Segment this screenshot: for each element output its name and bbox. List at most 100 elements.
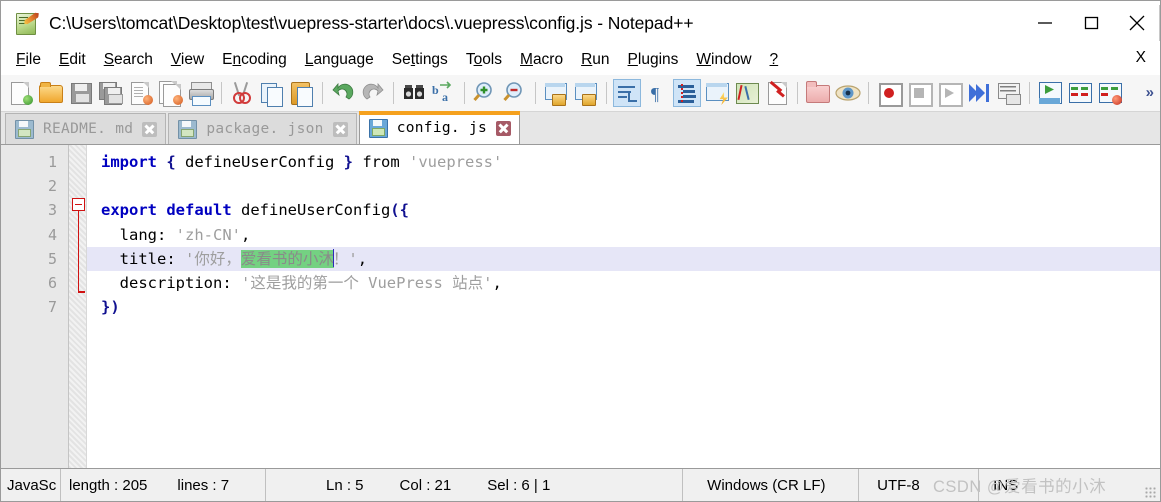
code-token: description:: [101, 273, 241, 292]
save-macro-icon[interactable]: [995, 79, 1023, 107]
code-token: import: [101, 153, 157, 171]
menu-item-run[interactable]: Run: [572, 48, 618, 72]
find-icon[interactable]: [400, 79, 428, 107]
status-eol[interactable]: Windows (CR LF): [683, 469, 860, 501]
menu-item-window[interactable]: Window: [687, 48, 760, 72]
code-line[interactable]: description: '这是我的第一个 VuePress 站点',: [87, 271, 1160, 295]
code-line[interactable]: }): [87, 295, 1160, 319]
code-line[interactable]: export default defineUserConfig({: [87, 198, 1160, 222]
code-token: ,: [357, 249, 368, 268]
menu-item-tools[interactable]: Tools: [457, 48, 511, 72]
new-file-icon[interactable]: [7, 79, 35, 107]
editor-area[interactable]: 1 2 3 4 5 6 7 import { defineUserConfig } from…: [1, 145, 1160, 469]
run-macro-multiple-icon[interactable]: [965, 79, 993, 107]
status-lines: lines : 7: [177, 476, 230, 494]
tab-config-js[interactable]: config. js: [358, 111, 521, 144]
tab-package-json[interactable]: package. json: [168, 113, 357, 144]
record-macro-icon[interactable]: [875, 79, 903, 107]
zoom-in-icon[interactable]: [471, 79, 499, 107]
undo-icon[interactable]: [329, 79, 357, 107]
menu-item-help[interactable]: ?: [761, 48, 788, 72]
menu-item-file[interactable]: File: [7, 48, 50, 72]
code-token: {: [166, 153, 176, 171]
fold-line-end: [77, 291, 85, 293]
save-icon[interactable]: [67, 79, 95, 107]
monitoring-icon[interactable]: [834, 79, 862, 107]
menu-item-search[interactable]: Search: [95, 48, 162, 72]
close-document-button[interactable]: X: [1136, 49, 1146, 67]
word-wrap-icon[interactable]: [613, 79, 641, 107]
close-icon[interactable]: [1114, 1, 1160, 45]
cut-icon[interactable]: [228, 79, 256, 107]
window-controls: [1022, 1, 1160, 45]
replace-icon[interactable]: b a: [430, 79, 458, 107]
status-insert-mode[interactable]: INS: [979, 469, 1160, 501]
close-tab-icon[interactable]: [142, 121, 158, 137]
tab-label: config. js: [396, 120, 488, 136]
folder-as-workspace-icon[interactable]: [804, 79, 832, 107]
maximize-icon[interactable]: [1068, 1, 1114, 45]
fold-collapse-icon[interactable]: [72, 198, 85, 211]
menu-item-encoding[interactable]: Encoding: [213, 48, 296, 72]
code-line[interactable]: lang: 'zh-CN',: [87, 223, 1160, 247]
status-bar: JavaSc length : 205 lines : 7 Ln : 5 Col…: [1, 469, 1160, 501]
menu-item-view[interactable]: View: [162, 48, 213, 72]
code-line[interactable]: [87, 174, 1160, 198]
menu-item-edit[interactable]: Edit: [50, 48, 95, 72]
menu-item-plugins[interactable]: Plugins: [619, 48, 688, 72]
code-token: 'vuepress': [409, 153, 503, 171]
line-number: 2: [47, 177, 57, 196]
open-file-icon[interactable]: [37, 79, 65, 107]
code-line[interactable]: title: '你好，爱看书的小沐！',: [87, 246, 1160, 271]
code-token: from: [353, 153, 410, 171]
sync-horizontal-scroll-icon[interactable]: [572, 79, 600, 107]
stop-recording-icon[interactable]: [905, 79, 933, 107]
code-token: export default: [101, 201, 232, 220]
code-token: 'zh-CN': [175, 225, 241, 244]
menu-item-settings[interactable]: Settings: [383, 48, 457, 72]
stop-compare-icon[interactable]: [1096, 79, 1124, 107]
resize-grip[interactable]: [1145, 487, 1156, 498]
document-map-icon[interactable]: [733, 79, 761, 107]
zoom-out-icon[interactable]: [501, 79, 529, 107]
status-document-info: length : 205 lines : 7: [61, 469, 266, 501]
redo-icon[interactable]: [359, 79, 387, 107]
paste-icon[interactable]: [288, 79, 316, 107]
status-encoding[interactable]: UTF-8: [859, 469, 980, 501]
status-language[interactable]: JavaSc: [1, 469, 61, 501]
close-tab-icon[interactable]: [332, 121, 348, 137]
svg-text:¶: ¶: [651, 84, 659, 104]
code-content[interactable]: import { defineUserConfig } from 'vuepre…: [87, 145, 1160, 468]
function-list-icon[interactable]: [763, 79, 791, 107]
close-file-icon[interactable]: [127, 79, 155, 107]
tab-readme-md[interactable]: README. md: [5, 113, 167, 144]
close-tab-icon[interactable]: [496, 120, 512, 136]
compare-icon[interactable]: [1066, 79, 1094, 107]
show-all-characters-icon[interactable]: ¶: [643, 79, 671, 107]
tab-label: README. md: [43, 121, 134, 137]
status-caret-info: Ln : 5 Col : 21 Sel : 6 | 1: [266, 469, 684, 501]
code-token: title:: [101, 249, 185, 268]
toolbar-overflow-icon[interactable]: »: [1146, 84, 1154, 101]
menu-item-macro[interactable]: Macro: [511, 48, 572, 72]
sync-vertical-scroll-icon[interactable]: [542, 79, 570, 107]
fold-margin[interactable]: [69, 145, 87, 468]
toolbar: b a ¶ »: [1, 75, 1160, 112]
user-defined-language-icon[interactable]: [703, 79, 731, 107]
save-all-icon[interactable]: [97, 79, 125, 107]
copy-icon[interactable]: [258, 79, 286, 107]
close-all-icon[interactable]: [157, 79, 185, 107]
minimize-icon[interactable]: [1022, 1, 1068, 45]
code-token: ！': [332, 249, 358, 268]
line-number: 1: [47, 153, 57, 171]
status-length: length : 205: [69, 476, 148, 494]
play-macro-icon[interactable]: [935, 79, 963, 107]
indent-guideline-icon[interactable]: [673, 79, 701, 107]
menu-item-language[interactable]: Language: [296, 48, 383, 72]
status-sel: Sel : 6 | 1: [487, 476, 551, 494]
notepad-plus-plus-icon: [15, 12, 37, 35]
code-line[interactable]: import { defineUserConfig } from 'vuepre…: [87, 150, 1160, 174]
code-token: }: [343, 153, 354, 171]
run-icon[interactable]: [1036, 79, 1064, 107]
print-icon[interactable]: [187, 79, 215, 107]
